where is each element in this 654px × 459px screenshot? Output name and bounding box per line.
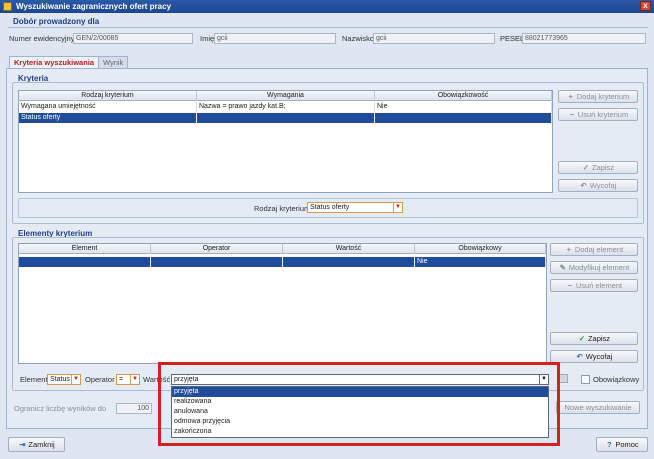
number-field: GEN/2/00085 [73,33,193,44]
table-cell: Nie [375,102,552,112]
col-header[interactable]: Wartość [283,244,415,254]
cancel-criterion-button[interactable]: ↶ Wycofaj [558,179,638,192]
dropdown-option[interactable]: odmowa przyjęcia [172,417,548,427]
required-label: Obowiązkowy [593,375,640,384]
tab-result[interactable]: Wynik [98,56,129,68]
criteria-grid-header: Rodzaj kryterium Wymagania Obowiązkowość [19,91,552,101]
remove-element-button[interactable]: − Usuń element [550,279,638,292]
table-cell [197,113,375,123]
door-icon: ⇥ [19,440,26,449]
save-element-button[interactable]: ✓ Zapisz [550,332,638,345]
tab-search-criteria[interactable]: Kryteria wyszukiwania [9,56,100,68]
remove-criterion-button[interactable]: − Usuń kryterium [558,108,638,121]
edit-icon: ✎ [559,263,566,272]
add-criterion-button[interactable]: + Dodaj kryterium [558,90,638,103]
window-title: Wyszukiwanie zagranicznych ofert pracy [16,2,172,11]
chevron-down-icon[interactable]: ▼ [393,203,402,212]
table-row-selected[interactable]: Nie [19,257,546,267]
table-cell [19,257,151,267]
criterion-type-label: Rodzaj kryterium [254,204,311,213]
dropdown-option[interactable]: realizowana [172,397,548,407]
minus-icon: − [569,110,574,119]
dropdown-option[interactable]: zakończona [172,427,548,437]
plus-icon: + [566,245,571,254]
element-select[interactable]: Status ▼ [47,374,81,385]
field-label-pesel: PESEL [500,34,525,43]
lastname-field: gcii [373,33,495,44]
table-cell: Wymagana umiejętność [19,102,197,112]
limit-label: Ogranicz liczbę wyników do [14,404,107,413]
field-label-lastname: Nazwisko [342,34,375,43]
table-row[interactable]: Wymagana umiejętność Nazwa = prawo jazdy… [19,102,552,112]
table-cell [375,113,552,123]
chevron-down-icon[interactable]: ▼ [539,375,548,384]
col-header[interactable]: Element [19,244,151,254]
table-cell [283,257,415,267]
firstname-field: gcii [214,33,336,44]
value-select[interactable]: przyjęta ▼ [171,374,549,385]
table-cell: Nie [415,257,546,267]
elements-grid-header: Element Operator Wartość Obowiązkowy [19,244,546,254]
pesel-field: 88021773965 [522,33,646,44]
minus-icon: − [567,281,573,290]
cancel-element-button[interactable]: ↶ Wycofaj [550,350,638,363]
table-cell: Status oferty [19,113,197,123]
value-extra-button[interactable] [559,374,568,383]
plus-icon: + [568,92,573,101]
undo-icon: ↶ [576,352,583,361]
header-section-title: Dobór prowadzony dla [13,17,100,26]
chevron-down-icon[interactable]: ▼ [130,375,139,384]
table-cell: Nazwa = prawo jazdy kat.B; [197,102,375,112]
table-row-selected[interactable]: Status oferty [19,113,552,123]
help-icon: ? [607,440,612,449]
close-window-icon[interactable]: x [640,1,651,11]
dropdown-option[interactable]: anulowana [172,407,548,417]
col-header[interactable]: Obowiązkowy [415,244,546,254]
limit-input[interactable]: 100 [116,403,152,414]
check-icon: ✓ [578,334,586,343]
dropdown-option[interactable]: przyjęta [172,387,548,397]
criteria-grid[interactable]: Rodzaj kryterium Wymagania Obowiązkowość… [18,90,553,193]
add-element-button[interactable]: + Dodaj element [550,243,638,256]
required-checkbox[interactable] [581,375,590,384]
col-header[interactable]: Obowiązkowość [375,91,552,101]
table-cell [151,257,283,267]
col-header[interactable]: Operator [151,244,283,254]
operator-select[interactable]: = ▼ [116,374,140,385]
window-titlebar: Wyszukiwanie zagranicznych ofert pracy x [0,0,654,13]
chevron-down-icon[interactable]: ▼ [71,375,80,384]
elements-grid[interactable]: Element Operator Wartość Obowiązkowy Nie [18,243,547,364]
close-button[interactable]: ⇥ Zamknij [8,437,65,452]
help-button[interactable]: ? Pomoc [596,437,648,452]
new-search-button[interactable]: Nowe wyszukiwanie [556,401,640,414]
field-label-number: Numer ewidencyjny [9,34,75,43]
operator-label: Operator [85,375,115,384]
col-header[interactable]: Wymagania [197,91,375,101]
save-criterion-button[interactable]: ✓ Zapisz [558,161,638,174]
undo-icon: ↶ [580,181,587,190]
field-label-firstname: Imię [200,34,215,43]
app-icon [3,2,12,11]
modify-element-button[interactable]: ✎ Modyfikuj element [550,261,638,274]
element-label: Element [20,375,48,384]
value-dropdown-list[interactable]: przyjęta realizowana anulowana odmowa pr… [171,386,549,438]
criterion-type-select[interactable]: Status oferty ▼ [307,202,403,213]
check-icon: ✓ [582,163,590,172]
col-header[interactable]: Rodzaj kryterium [19,91,197,101]
